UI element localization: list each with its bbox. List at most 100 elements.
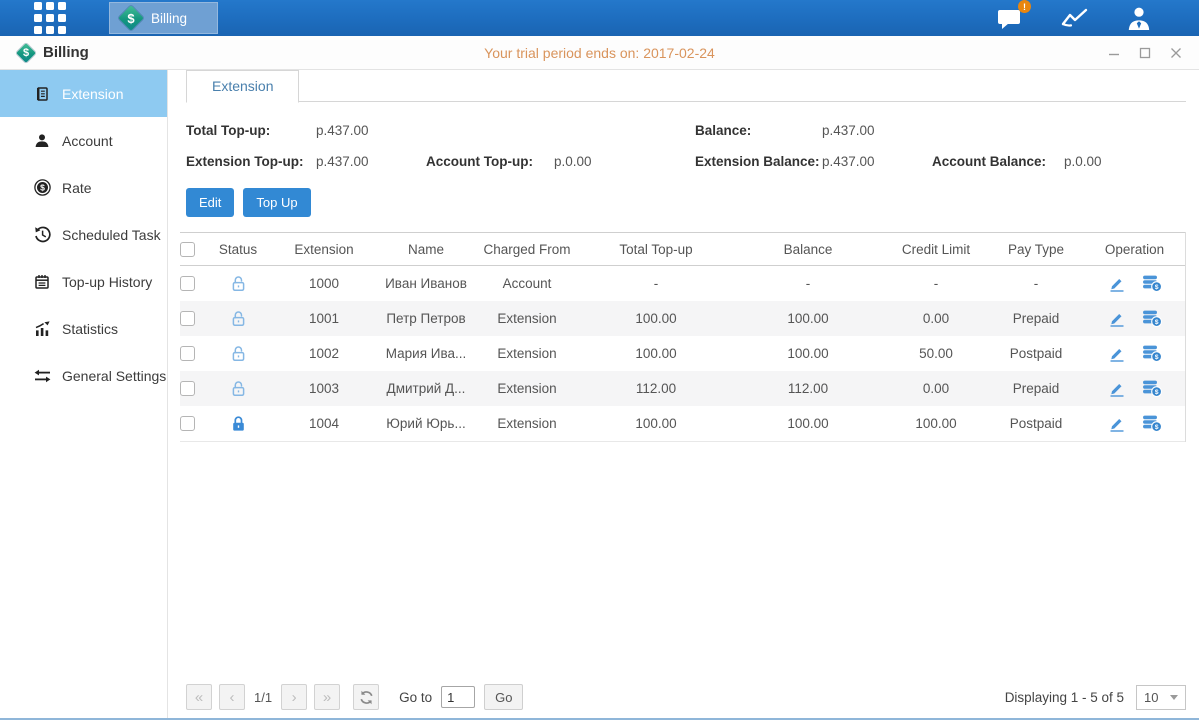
sidebar-item-rate[interactable]: $ Rate <box>0 164 167 211</box>
total-topup-cell: 100.00 <box>580 346 732 361</box>
edit-icon[interactable] <box>1108 311 1126 327</box>
credit-limit-cell: - <box>884 276 988 291</box>
sidebar-item-general-settings[interactable]: General Settings <box>0 352 167 399</box>
total-topup-label: Total Top-up: <box>186 123 316 138</box>
minimize-button[interactable] <box>1107 46 1121 60</box>
first-page-button[interactable]: « <box>186 684 212 710</box>
next-page-button[interactable]: › <box>281 684 307 710</box>
pay-type-cell: Postpaid <box>988 346 1084 361</box>
titlebar: $ Billing Your trial period ends on: 201… <box>0 36 1199 70</box>
row-checkbox[interactable] <box>180 381 195 396</box>
name-cell: Мария Ива... <box>378 346 474 361</box>
edit-icon[interactable] <box>1108 346 1126 362</box>
extension-topup-label: Extension Top-up: <box>186 154 316 169</box>
prev-page-button[interactable]: ‹ <box>219 684 245 710</box>
header-extension[interactable]: Extension <box>270 242 378 257</box>
row-checkbox[interactable] <box>180 416 195 431</box>
tab-extension[interactable]: Extension <box>186 70 299 103</box>
top-up-coins-icon[interactable]: $ <box>1142 310 1162 327</box>
chevron-down-icon <box>1170 695 1178 700</box>
row-checkbox[interactable] <box>180 276 195 291</box>
go-button[interactable]: Go <box>484 684 523 710</box>
table-row: 1000 Иван Иванов Account - - - - <box>180 266 1185 301</box>
header-credit-limit[interactable]: Credit Limit <box>884 242 988 257</box>
maximize-button[interactable] <box>1138 46 1152 60</box>
select-all-checkbox[interactable] <box>180 242 195 257</box>
refresh-button[interactable] <box>353 684 379 710</box>
name-cell: Иван Иванов <box>378 276 474 291</box>
reports-chart-icon[interactable] <box>1061 7 1089 29</box>
sidebar-item-label: Scheduled Task <box>62 227 161 243</box>
goto-page-input[interactable] <box>441 686 475 708</box>
edit-icon[interactable] <box>1108 416 1126 432</box>
header-operation[interactable]: Operation <box>1084 242 1185 257</box>
balance-cell: 100.00 <box>732 311 884 326</box>
table-header-row: Status Extension Name Charged From Total… <box>180 232 1185 266</box>
sidebar: Extension Account $ <box>0 70 168 718</box>
pay-type-cell: Prepaid <box>988 311 1084 326</box>
sidebar-item-account[interactable]: Account <box>0 117 167 164</box>
notification-badge: ! <box>1018 0 1031 13</box>
header-name[interactable]: Name <box>378 242 474 257</box>
table-row: 1003 Дмитрий Д... Extension 112.00 112.0… <box>180 371 1185 406</box>
last-page-button[interactable]: » <box>314 684 340 710</box>
charged-from-cell: Extension <box>474 311 580 326</box>
pay-type-cell: - <box>988 276 1084 291</box>
header-status[interactable]: Status <box>206 242 270 257</box>
app-launcher-icon[interactable] <box>34 2 66 34</box>
extension-topup-value: p.437.00 <box>316 154 426 169</box>
credit-limit-cell: 0.00 <box>884 381 988 396</box>
name-cell: Дмитрий Д... <box>378 381 474 396</box>
top-up-coins-icon[interactable]: $ <box>1142 345 1162 362</box>
name-cell: Петр Петров <box>378 311 474 326</box>
top-up-coins-icon[interactable]: $ <box>1142 275 1162 292</box>
rate-dollar-icon: $ <box>33 179 51 196</box>
sidebar-item-label: Statistics <box>62 321 118 337</box>
sidebar-item-scheduled-task[interactable]: Scheduled Task <box>0 211 167 258</box>
user-account-icon[interactable] <box>1127 6 1151 31</box>
row-checkbox[interactable] <box>180 346 195 361</box>
top-up-coins-icon[interactable]: $ <box>1142 415 1162 432</box>
header-pay-type[interactable]: Pay Type <box>988 242 1084 257</box>
row-checkbox[interactable] <box>180 311 195 326</box>
svg-text:$: $ <box>1154 319 1158 326</box>
sidebar-item-topup-history[interactable]: Top-up History <box>0 258 167 305</box>
extension-balance-label: Extension Balance: <box>695 154 822 169</box>
header-charged-from[interactable]: Charged From <box>474 242 580 257</box>
table-row: 1002 Мария Ива... Extension 100.00 100.0… <box>180 336 1185 371</box>
edit-icon[interactable] <box>1108 381 1126 397</box>
lock-open-icon <box>230 310 247 328</box>
name-cell: Юрий Юрь... <box>378 416 474 431</box>
edit-button[interactable]: Edit <box>186 188 234 217</box>
account-topup-value: p.0.00 <box>554 154 695 169</box>
notifications-icon[interactable]: ! <box>997 6 1023 30</box>
extension-balance-value: p.437.00 <box>822 154 932 169</box>
close-button[interactable] <box>1169 46 1183 60</box>
edit-icon[interactable] <box>1108 276 1126 292</box>
topup-history-notebook-icon <box>33 274 51 290</box>
sidebar-item-extension[interactable]: Extension <box>0 70 167 117</box>
top-up-button[interactable]: Top Up <box>243 188 310 217</box>
svg-text:$: $ <box>40 183 45 193</box>
header-balance[interactable]: Balance <box>732 242 884 257</box>
status-cell <box>206 345 270 363</box>
extension-cell: 1004 <box>270 416 378 431</box>
header-total-topup[interactable]: Total Top-up <box>580 242 732 257</box>
lock-open-icon <box>230 345 247 363</box>
page-size-select[interactable]: 10 <box>1136 685 1186 710</box>
top-up-coins-icon[interactable]: $ <box>1142 380 1162 397</box>
svg-text:$: $ <box>1154 389 1158 396</box>
scheduled-task-clock-icon <box>33 226 51 243</box>
page-indicator: 1/1 <box>254 690 272 705</box>
sidebar-item-statistics[interactable]: Statistics <box>0 305 167 352</box>
total-topup-cell: 112.00 <box>580 381 732 396</box>
table-row: 1001 Петр Петров Extension 100.00 100.00… <box>180 301 1185 336</box>
account-balance-value: p.0.00 <box>1064 154 1186 169</box>
charged-from-cell: Extension <box>474 416 580 431</box>
taskbar-tab-billing[interactable]: $ Billing <box>109 2 218 34</box>
status-cell <box>206 380 270 398</box>
balance-cell: 100.00 <box>732 346 884 361</box>
extension-ledger-icon <box>33 86 51 102</box>
charged-from-cell: Extension <box>474 381 580 396</box>
billing-app-window: $ Billing ! $ <box>0 0 1199 720</box>
